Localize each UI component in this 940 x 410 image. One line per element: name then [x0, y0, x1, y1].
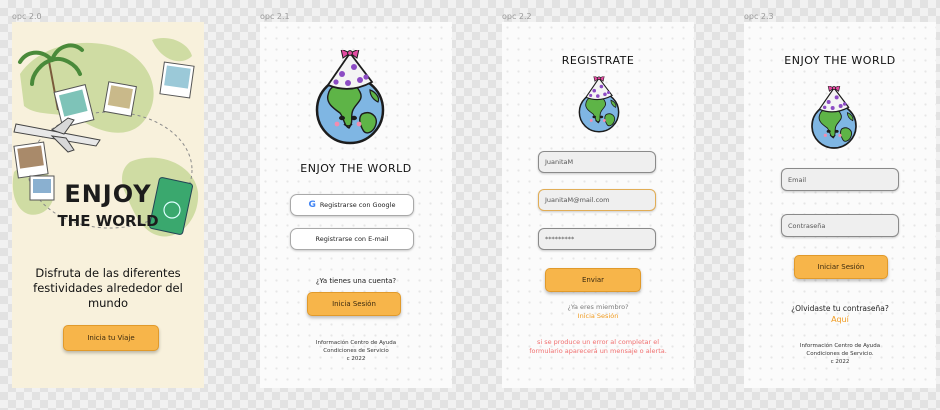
already-member-text: ¿Ya eres miembro?: [567, 303, 629, 311]
have-account-text: ¿Ya tienes una cuenta?: [315, 277, 397, 285]
password-input[interactable]: Contraseña: [781, 214, 899, 237]
submit-button[interactable]: Enviar: [545, 268, 641, 292]
footer: Información Centro de Ayuda Condiciones …: [744, 342, 936, 366]
photo-icon: [159, 61, 195, 99]
email-signup-button[interactable]: Registrarse con E-mail: [290, 228, 414, 250]
party-globe-mascot-icon: [806, 84, 862, 152]
photo-icon: [103, 81, 137, 117]
password-field[interactable]: *********: [538, 228, 656, 250]
google-signup-label: Registrarse con Google: [319, 201, 396, 209]
login-link[interactable]: Inicia Sesión: [502, 312, 694, 320]
start-journey-button[interactable]: Inicia tu Viaje: [63, 325, 159, 351]
world-map-illustration: ENJOY THE WORLD: [12, 22, 204, 262]
svg-text:THE WORLD: THE WORLD: [57, 212, 158, 230]
app-title: ENJOY THE WORLD: [784, 54, 896, 67]
register-title: REGISTRATE: [561, 54, 635, 67]
footer: Información Centro de Ayuda Condiciones …: [260, 339, 452, 363]
copyright-text: c 2022: [830, 359, 850, 365]
forgot-password-text: ¿Olvidaste tu contraseña?: [791, 304, 889, 313]
intro-screen: ENJOY THE WORLD Disfruta de las diferent…: [12, 22, 204, 388]
party-globe-mascot-icon: [308, 50, 392, 146]
reset-password-link[interactable]: Aquí: [744, 315, 936, 324]
frame-label-intro: opc 2.0: [12, 12, 42, 21]
google-signup-button[interactable]: G Registrarse con Google: [290, 194, 414, 216]
signup-options-screen: ENJOY THE WORLD G Registrarse con Google…: [260, 22, 452, 388]
frame-label-login: opc 2.3: [744, 12, 774, 21]
email-field[interactable]: JuanitaM@mail.com: [538, 189, 656, 211]
email-input[interactable]: Email: [781, 168, 899, 191]
login-button[interactable]: Inicia Sesión: [307, 292, 401, 316]
terms-link[interactable]: Condiciones de Servicio.: [744, 350, 936, 358]
google-icon: G: [308, 200, 316, 210]
frame-label-register: opc 2.2: [502, 12, 532, 21]
terms-link[interactable]: Condiciones de Servicio: [260, 347, 452, 355]
party-globe-mascot-icon: [574, 76, 624, 134]
app-title: ENJOY THE WORLD: [300, 162, 412, 175]
form-error-message: si se produce un error al completar el f…: [529, 338, 667, 355]
login-button[interactable]: Iniciar Sesión: [794, 255, 888, 279]
intro-caption: Disfruta de las diferentes festividades …: [33, 266, 183, 310]
username-field[interactable]: JuanitaM: [538, 151, 656, 173]
login-screen: ENJOY THE WORLD Email Contraseña Iniciar…: [744, 22, 936, 388]
frame-label-signup-options: opc 2.1: [260, 12, 290, 21]
help-center-link[interactable]: Información Centro de Ayuda: [744, 342, 936, 350]
copyright-text: c 2022: [346, 356, 366, 362]
help-center-link[interactable]: Información Centro de Ayuda: [260, 339, 452, 347]
svg-text:ENJOY: ENJOY: [64, 180, 151, 208]
register-screen: REGISTRATE JuanitaM JuanitaM@mail.com **…: [502, 22, 694, 388]
